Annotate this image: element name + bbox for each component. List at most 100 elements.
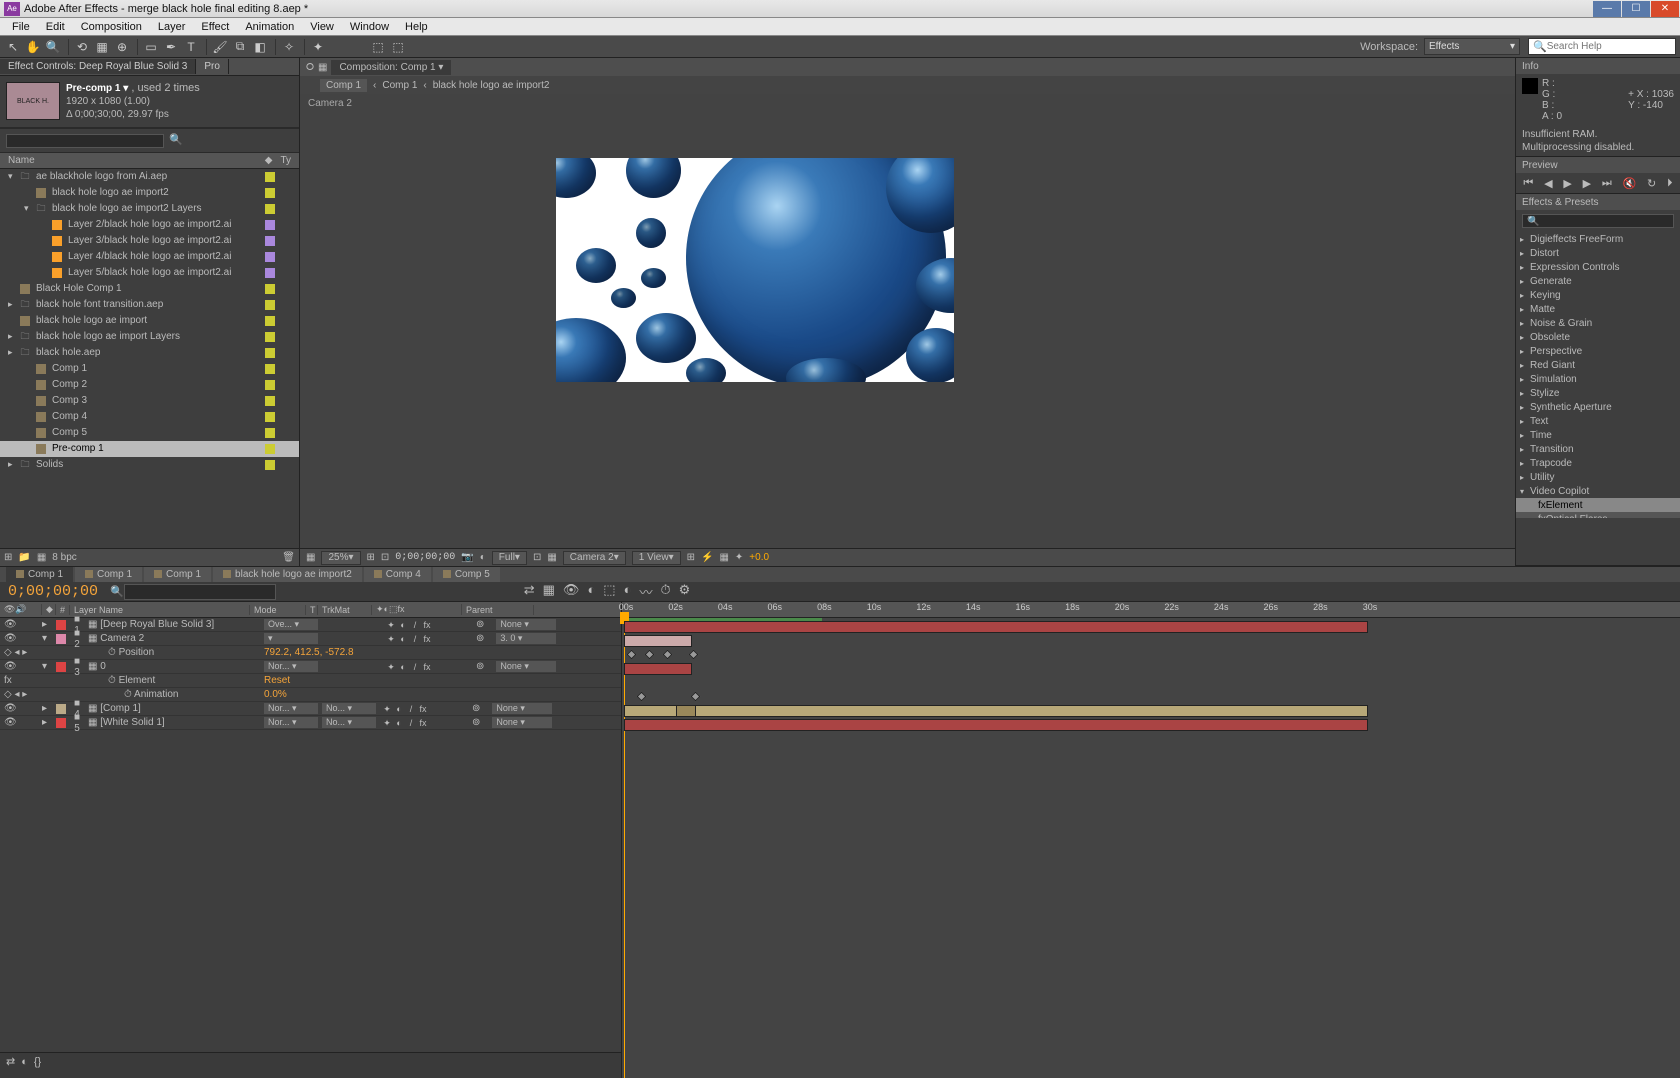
toggle-bracket-icon[interactable]: {} xyxy=(34,1056,41,1068)
blend-mode-select[interactable]: Nor... ▾ xyxy=(264,661,318,672)
new-comp-icon[interactable]: ▦ xyxy=(37,552,46,563)
timeline-tab[interactable]: Comp 1 xyxy=(75,567,142,582)
clone-tool-icon[interactable]: ⧉ xyxy=(231,39,249,55)
col-trkmat[interactable]: TrkMat xyxy=(318,605,372,615)
view-layout-select[interactable]: 1 View ▾ xyxy=(632,551,681,565)
menu-composition[interactable]: Composition xyxy=(73,21,150,33)
tl-3d-icon[interactable]: ⬚ xyxy=(603,582,615,601)
label-swatch[interactable] xyxy=(265,412,275,422)
timeline-layer-row[interactable]: 👁▸■ 5▦ [White Solid 1]Nor... ▾No... ▾✦◐/… xyxy=(0,716,621,730)
snap-icon[interactable]: ⬚ xyxy=(369,39,387,55)
timeline-layer-row[interactable]: fx⏱ ElementReset xyxy=(0,674,621,688)
toggle-modes-icon[interactable]: ◐ xyxy=(21,1056,28,1068)
col-parent[interactable]: Parent xyxy=(462,605,534,615)
project-search-input[interactable] xyxy=(6,134,164,148)
parent-select[interactable]: None ▾ xyxy=(496,619,556,630)
snap-icon-2[interactable]: ⬚ xyxy=(389,39,407,55)
effect-category[interactable]: ▸Utility xyxy=(1516,470,1680,484)
label-swatch[interactable] xyxy=(265,332,275,342)
label-swatch[interactable] xyxy=(56,676,66,686)
effect-category[interactable]: ▸Expression Controls xyxy=(1516,260,1680,274)
label-swatch[interactable] xyxy=(265,220,275,230)
info-panel-header[interactable]: Info xyxy=(1516,58,1680,74)
snapshot-icon[interactable]: 📷 xyxy=(461,552,473,563)
toggle-switches-icon[interactable]: ⇄ xyxy=(6,1055,15,1068)
property-name[interactable]: ⏱ Position xyxy=(84,647,264,658)
prev-frame-icon[interactable]: ◀ xyxy=(1544,177,1552,190)
effects-presets-header[interactable]: Effects & Presets xyxy=(1516,194,1680,210)
timeline-tab[interactable]: black hole logo ae import2 xyxy=(213,567,362,582)
brush-tool-icon[interactable]: 🖌 xyxy=(211,39,229,55)
maximize-button[interactable]: ☐ xyxy=(1622,1,1650,17)
label-swatch[interactable] xyxy=(56,690,66,700)
tl-graph-icon[interactable]: 〰 xyxy=(639,582,652,601)
ram-preview-icon[interactable]: ⏵ xyxy=(1667,177,1673,190)
tl-comp-icon[interactable]: ▦ xyxy=(543,582,555,601)
effect-category[interactable]: ▸Keying xyxy=(1516,288,1680,302)
label-swatch[interactable] xyxy=(265,284,275,294)
label-swatch[interactable] xyxy=(56,662,66,672)
alpha-icon[interactable]: ▦ xyxy=(306,552,315,563)
layer-name[interactable]: ▦ [Comp 1] xyxy=(84,703,264,714)
tl-brainiac-icon[interactable]: ⏱ xyxy=(660,582,670,601)
pan-behind-tool-icon[interactable]: ⊕ xyxy=(113,39,131,55)
label-swatch[interactable] xyxy=(56,634,66,644)
viewer-tab[interactable]: Composition: Comp 1 ▾ xyxy=(331,60,451,75)
label-swatch[interactable] xyxy=(265,364,275,374)
tab-project[interactable]: Pro xyxy=(196,59,229,74)
rect-tool-icon[interactable]: ▭ xyxy=(142,39,160,55)
label-swatch[interactable] xyxy=(56,620,66,630)
label-swatch[interactable] xyxy=(265,268,275,278)
parent-select[interactable]: None ▾ xyxy=(492,703,552,714)
trkmat-select[interactable]: No... ▾ xyxy=(322,717,376,728)
project-item[interactable]: Comp 2 xyxy=(0,377,299,393)
text-tool-icon[interactable]: T xyxy=(182,39,200,55)
last-frame-icon[interactable]: ⏭ xyxy=(1602,177,1612,190)
tl-blur-icon[interactable]: ◐ xyxy=(587,582,595,601)
play-icon[interactable]: ▶ xyxy=(1563,177,1571,190)
fast-preview-icon[interactable]: ⚡ xyxy=(701,552,713,563)
project-item[interactable]: ▾🗀black hole logo ae import2 Layers xyxy=(0,201,299,217)
project-item[interactable]: Black Hole Comp 1 xyxy=(0,281,299,297)
layer-name[interactable]: ▦ [White Solid 1] xyxy=(84,717,264,728)
search-help-input[interactable] xyxy=(1547,41,1671,52)
tl-auto-icon[interactable]: ⚙ xyxy=(679,582,691,601)
layer-name[interactable]: ▦ 0 xyxy=(84,661,264,672)
effects-search-input[interactable] xyxy=(1522,214,1674,228)
tl-draft-icon[interactable]: ◐ xyxy=(624,582,632,601)
timeline-icon[interactable]: ▦ xyxy=(719,552,728,563)
timeline-tab[interactable]: Comp 1 xyxy=(6,567,73,582)
layer-name[interactable]: ▦ Camera 2 xyxy=(84,633,264,644)
project-item[interactable]: ▾🗀ae blackhole logo from Ai.aep xyxy=(0,169,299,185)
column-label-icon[interactable]: ◆ xyxy=(265,155,273,166)
new-folder-icon[interactable]: 📁 xyxy=(18,552,30,563)
parent-select[interactable]: None ▾ xyxy=(496,661,556,672)
menu-animation[interactable]: Animation xyxy=(237,21,302,33)
label-swatch[interactable] xyxy=(265,444,275,454)
timeline-tab[interactable]: Comp 1 xyxy=(144,567,211,582)
next-frame-icon[interactable]: ▶ xyxy=(1583,177,1591,190)
trkmat-select[interactable]: No... ▾ xyxy=(322,703,376,714)
project-item[interactable]: ▸🗀black hole logo ae import Layers xyxy=(0,329,299,345)
label-swatch[interactable] xyxy=(265,188,275,198)
effect-category[interactable]: ▸Generate xyxy=(1516,274,1680,288)
effect-category[interactable]: ▸Distort xyxy=(1516,246,1680,260)
effect-preset-item[interactable]: fx Element xyxy=(1516,498,1680,512)
project-item[interactable]: ▸🗀Solids xyxy=(0,457,299,473)
label-swatch[interactable] xyxy=(265,460,275,470)
timeline-layer-row[interactable]: 👁▸■ 4▦ [Comp 1]Nor... ▾No... ▾✦◐/fx⊚None… xyxy=(0,702,621,716)
project-item[interactable]: black hole logo ae import2 xyxy=(0,185,299,201)
menu-window[interactable]: Window xyxy=(342,21,397,33)
rotation-tool-icon[interactable]: ⟲ xyxy=(73,39,91,55)
project-item[interactable]: ▸🗀black hole.aep xyxy=(0,345,299,361)
effect-category[interactable]: ▸Trapcode xyxy=(1516,456,1680,470)
effect-category[interactable]: ▾Video Copilot xyxy=(1516,484,1680,498)
project-item[interactable]: Pre-comp 1 xyxy=(0,441,299,457)
tl-shy-icon[interactable]: 👁 xyxy=(563,582,580,601)
project-item[interactable]: Layer 2/black hole logo ae import2.ai xyxy=(0,217,299,233)
column-type[interactable]: Ty xyxy=(280,155,291,166)
blend-mode-select[interactable]: Ove... ▾ xyxy=(264,619,318,630)
timeline-tab[interactable]: Comp 5 xyxy=(433,567,500,582)
pixel-aspect-icon[interactable]: ⊞ xyxy=(687,552,695,563)
timeline-layer-row[interactable]: 👁▾■ 2▦ Camera 2 ▾✦◐/fx⊚3. 0 ▾ xyxy=(0,632,621,646)
